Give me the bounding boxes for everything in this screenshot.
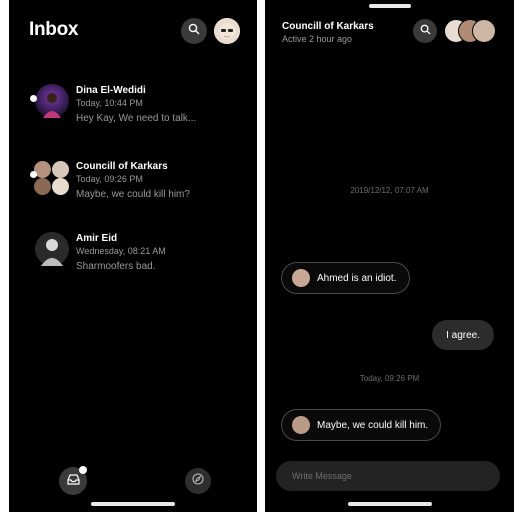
message-text: I agree. — [446, 329, 480, 341]
unread-indicator — [30, 171, 37, 178]
page-title: Inbox — [29, 19, 79, 40]
compass-icon — [192, 472, 204, 490]
chat-status: Active 2 hour ago — [282, 34, 353, 44]
profile-avatar[interactable] — [214, 18, 240, 44]
search-button[interactable] — [413, 19, 437, 43]
chat-screen: Councill of Karkars Active 2 hour ago 20… — [265, 0, 514, 512]
chat-title: Councill of Karkars — [282, 21, 374, 32]
avatar — [33, 231, 69, 267]
conversation-time: Wednesday, 08:21 AM — [76, 246, 166, 256]
avatar — [472, 19, 496, 43]
conversation-name: Councill of Karkars — [76, 161, 168, 172]
message-incoming: Ahmed is an idiot. — [281, 262, 410, 294]
search-icon — [188, 22, 200, 40]
conversation-time: Today, 09:26 PM — [76, 174, 143, 184]
home-indicator — [91, 502, 175, 506]
home-indicator — [347, 502, 432, 506]
date-separator: Today, 09:26 PM — [359, 374, 420, 383]
conversation-time: Today, 10:44 PM — [76, 98, 143, 108]
conversation-preview: Maybe, we could kill him? — [76, 189, 190, 200]
notification-dot — [79, 466, 87, 474]
conversation-item[interactable]: Councill of Karkars Today, 09:26 PM Mayb… — [29, 159, 249, 209]
date-separator: 2019/12/12, 07:07 AM — [350, 186, 429, 195]
message-incoming: Maybe, we could kill him. — [281, 409, 442, 441]
message-input[interactable] — [276, 461, 500, 491]
avatar — [292, 269, 310, 287]
conversation-name: Amir Eid — [76, 233, 118, 244]
conversation-preview: Hey Kay, We need to talk... — [76, 113, 197, 124]
status-notch — [368, 4, 411, 8]
inbox-tray-icon — [66, 472, 80, 490]
search-icon — [420, 22, 431, 40]
message-text: Ahmed is an idiot. — [317, 272, 397, 284]
conversation-preview: Sharmoofers bad. — [76, 261, 156, 272]
avatar — [292, 416, 310, 434]
message-text: Maybe, we could kill him. — [317, 419, 429, 431]
conversation-name: Dina El-Wedidi — [76, 85, 146, 96]
conversation-item[interactable]: Amir Eid Wednesday, 08:21 AM Sharmoofers… — [29, 231, 249, 281]
search-button[interactable] — [181, 18, 207, 44]
conversation-item[interactable]: Dina El-Wedidi Today, 10:44 PM Hey Kay, … — [29, 83, 249, 133]
inbox-screen: Inbox Dina El-Wedidi Today, 10:44 PM Hey… — [9, 0, 257, 512]
unread-indicator — [30, 95, 37, 102]
tab-explore[interactable] — [185, 468, 211, 494]
group-avatar — [33, 159, 69, 195]
avatar — [33, 83, 69, 119]
message-outgoing: I agree. — [432, 320, 494, 350]
